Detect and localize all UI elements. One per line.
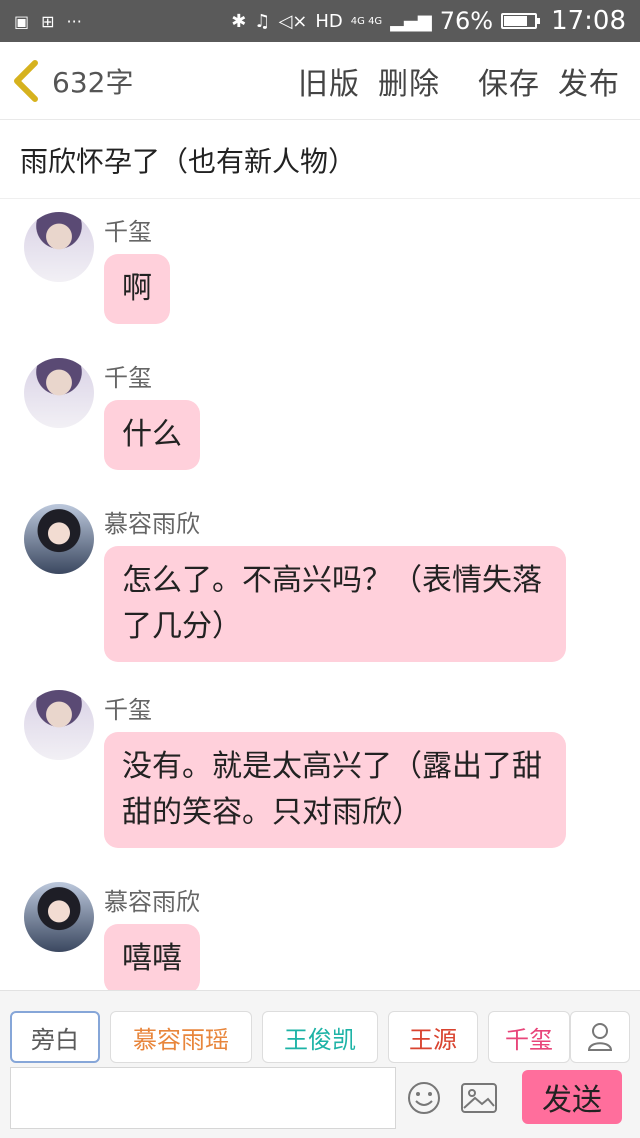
avatar bbox=[24, 212, 94, 282]
speaker-name: 慕容雨欣 bbox=[104, 888, 200, 916]
avatar bbox=[24, 690, 94, 760]
network-label: HD bbox=[315, 10, 343, 32]
word-count: 632字 bbox=[52, 65, 134, 99]
speaker-name: 千玺 bbox=[104, 364, 152, 392]
publish-button[interactable]: 发布 bbox=[558, 59, 620, 103]
speaker-name: 千玺 bbox=[104, 218, 152, 246]
status-bar: ▣ ⊞ ··· ✱ ♫ ◁× HD 4G 4G ▂▄▆ 76% 17:08 bbox=[0, 0, 640, 42]
message-input[interactable] bbox=[10, 1067, 396, 1129]
role-selector: 旁白 慕容雨瑶 王俊凯 王源 千玺 bbox=[0, 990, 640, 1070]
clock: 17:08 bbox=[551, 6, 626, 36]
more-notifications-icon: ··· bbox=[66, 11, 82, 31]
mute-icon: ◁× bbox=[278, 10, 308, 32]
apps-notification-icon: ⊞ bbox=[41, 11, 55, 31]
speaker-name: 千玺 bbox=[104, 696, 152, 724]
input-bar: 发送 bbox=[0, 1067, 640, 1138]
editor-toolbar: 632字 旧版 删除 保存 发布 bbox=[0, 42, 640, 120]
role-murong-yuyao[interactable]: 慕容雨瑶 bbox=[110, 1011, 252, 1063]
chevron-left-icon bbox=[14, 59, 38, 102]
battery-icon bbox=[501, 13, 541, 29]
old-version-button[interactable]: 旧版 bbox=[298, 59, 360, 103]
role-wang-yuan[interactable]: 王源 bbox=[388, 1011, 478, 1063]
image-icon[interactable] bbox=[460, 1080, 498, 1116]
headphones-icon: ♫ bbox=[254, 10, 271, 32]
add-character-button[interactable] bbox=[570, 1011, 630, 1063]
avatar bbox=[24, 882, 94, 952]
chat-list: 千玺 啊 千玺 什么 慕容雨欣 怎么了。不高兴吗？（表情失落了几分） 千玺 没有… bbox=[0, 200, 640, 990]
bluetooth-icon: ✱ bbox=[231, 10, 247, 32]
role-qianxi[interactable]: 千玺 bbox=[488, 1011, 570, 1063]
avatar bbox=[24, 358, 94, 428]
message-bubble[interactable]: 怎么了。不高兴吗？（表情失落了几分） bbox=[104, 546, 566, 662]
speaker-name: 慕容雨欣 bbox=[104, 510, 200, 538]
battery-percent: 76% bbox=[439, 7, 494, 35]
send-button[interactable]: 发送 bbox=[522, 1070, 622, 1124]
image-notification-icon: ▣ bbox=[14, 11, 30, 31]
chapter-title[interactable]: 雨欣怀孕了（也有新人物） bbox=[0, 121, 640, 199]
avatar bbox=[24, 504, 94, 574]
message-bubble[interactable]: 没有。就是太高兴了（露出了甜甜的笑容。只对雨欣） bbox=[104, 732, 566, 848]
back-button[interactable] bbox=[0, 42, 52, 120]
message-bubble[interactable]: 什么 bbox=[104, 400, 200, 470]
delete-button[interactable]: 删除 bbox=[378, 59, 440, 103]
user-icon bbox=[587, 1023, 613, 1051]
emoji-icon[interactable] bbox=[406, 1080, 442, 1116]
role-narrator[interactable]: 旁白 bbox=[10, 1011, 100, 1063]
network-gen-label: 4G 4G bbox=[350, 15, 383, 27]
save-button[interactable]: 保存 bbox=[478, 59, 540, 103]
signal-icon: ▂▄▆ bbox=[390, 10, 432, 32]
message-bubble[interactable]: 啊 bbox=[104, 254, 170, 324]
role-wang-junkai[interactable]: 王俊凯 bbox=[262, 1011, 378, 1063]
message-bubble[interactable]: 嘻嘻 bbox=[104, 924, 200, 990]
